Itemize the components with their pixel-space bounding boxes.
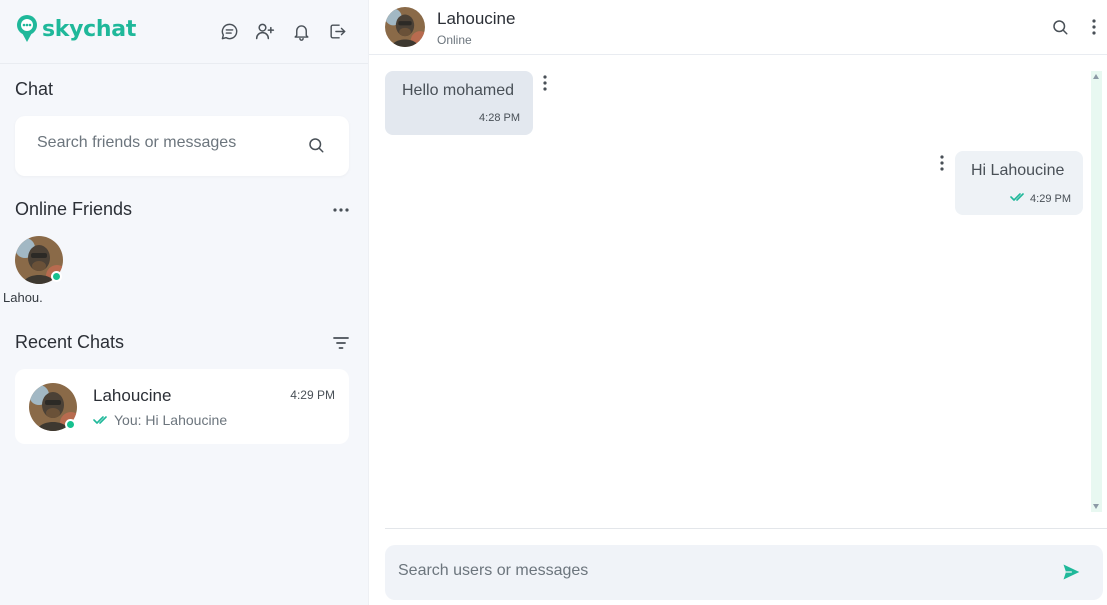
message-time-text: 4:28 PM (479, 112, 520, 124)
contact-avatar[interactable] (385, 7, 425, 47)
message-composer (385, 545, 1103, 600)
search-icon[interactable] (1051, 18, 1069, 36)
recent-chat-preview: You: Hi Lahoucine (93, 412, 227, 428)
logout-icon[interactable] (326, 20, 348, 42)
contact-status: Online (437, 33, 472, 47)
conversation-header: Lahoucine Online (369, 0, 1107, 55)
message-time: 4:28 PM (479, 112, 520, 124)
send-icon[interactable] (1061, 562, 1083, 584)
recent-chat-preview-text: You: Hi Lahoucine (114, 412, 228, 428)
message-scrollbar[interactable] (1091, 71, 1102, 512)
scroll-down-arrow[interactable] (1093, 504, 1099, 509)
outgoing-message: Hi Lahoucine 4:29 PM (955, 151, 1083, 215)
double-check-icon (93, 412, 110, 428)
friend-search-box (15, 116, 349, 176)
message-time: 4:29 PM (1010, 192, 1071, 205)
double-check-icon (1010, 192, 1027, 205)
message-input[interactable] (398, 562, 1038, 580)
more-vertical-icon[interactable] (1089, 18, 1099, 36)
filter-icon[interactable] (332, 334, 350, 352)
contact-name[interactable]: Lahoucine (437, 9, 515, 29)
recent-chat-item[interactable]: Lahoucine 4:29 PM You: Hi Lahoucine (15, 369, 349, 444)
incoming-message: Hello mohamed 4:28 PM (385, 71, 533, 135)
scroll-up-arrow[interactable] (1093, 74, 1099, 79)
message-options-icon[interactable] (540, 74, 550, 92)
recent-chat-time: 4:29 PM (290, 388, 335, 402)
logo[interactable]: skychat (16, 14, 136, 44)
search-icon[interactable] (307, 136, 327, 156)
top-icon-bar (218, 20, 348, 42)
message-options-icon[interactable] (937, 154, 947, 172)
friend-search-input[interactable] (37, 134, 297, 152)
recent-chat-name: Lahoucine (93, 386, 172, 405)
recent-chats-title: Recent Chats (15, 332, 125, 352)
more-horizontal-icon[interactable] (332, 202, 352, 218)
brand-name: skychat (42, 16, 137, 42)
chat-bubble-icon[interactable] (218, 20, 240, 42)
chat-section-title: Chat (15, 79, 54, 99)
online-status-dot (51, 271, 62, 282)
conversation-panel: Lahoucine Online Hello mohamed 4:28 PM H… (369, 0, 1107, 605)
composer-divider (385, 528, 1107, 529)
logo-icon (16, 14, 38, 44)
message-text: Hello mohamed (402, 82, 515, 99)
online-friend-name: Lahou. (3, 290, 43, 305)
message-text: Hi Lahoucine (971, 162, 1065, 179)
brand-bar: skychat (0, 0, 368, 64)
online-status-dot (65, 419, 76, 430)
online-friend-item[interactable] (15, 236, 63, 284)
online-friends-title: Online Friends (15, 199, 133, 219)
add-user-icon[interactable] (254, 20, 276, 42)
sidebar: skychat Chat Online Friends (0, 0, 369, 605)
message-time-text: 4:29 PM (1030, 192, 1071, 205)
bell-icon[interactable] (290, 20, 312, 42)
